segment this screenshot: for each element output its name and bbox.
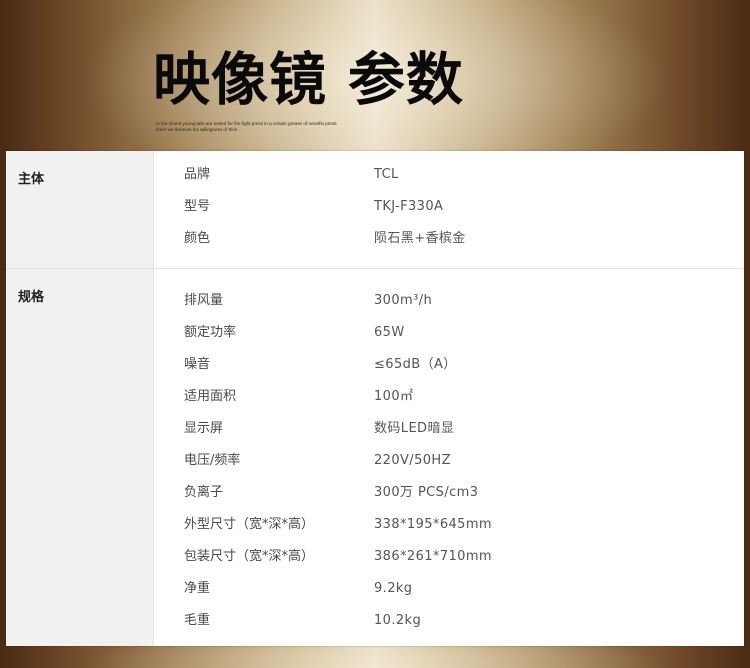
spec-key: 噪音 <box>184 357 211 372</box>
spec-row: 品牌 TCL <box>154 159 744 191</box>
spec-row: 噪音 ≤65dB（A） <box>154 349 744 381</box>
spec-row: 包装尺寸（宽*深*高） 386*261*710mm <box>154 541 744 573</box>
spec-key: 毛重 <box>184 613 211 628</box>
page-title: 映像镜 参数 <box>153 47 464 113</box>
spec-value: 386*261*710mm <box>374 549 492 564</box>
spec-key: 外型尺寸（宽*深*高） <box>184 517 315 532</box>
spec-value: 陨石黑+香槟金 <box>374 231 466 246</box>
spec-row: 型号 TKJ-F330A <box>154 191 744 223</box>
spec-key: 型号 <box>184 199 211 214</box>
spec-row: 净重 9.2kg <box>154 573 744 605</box>
spec-value: ≤65dB（A） <box>374 357 457 372</box>
spec-value: TKJ-F330A <box>374 199 444 214</box>
spec-row: 负离子 300万 PCS/cm3 <box>154 477 744 509</box>
spec-value: 300万 PCS/cm3 <box>374 485 479 500</box>
section-category: 规格 <box>6 269 154 646</box>
header: 映像镜 参数 In the Orient young tails are tes… <box>0 0 750 150</box>
spec-row: 适用面积 100㎡ <box>154 381 744 413</box>
spec-key: 电压/频率 <box>184 453 241 468</box>
spec-value: 数码LED暗显 <box>374 421 455 436</box>
spec-value: TCL <box>374 167 399 182</box>
spec-value: 65W <box>374 325 405 340</box>
spec-value: 9.2kg <box>374 581 413 596</box>
spec-row: 毛重 10.2kg <box>154 605 744 637</box>
spec-key: 品牌 <box>184 167 211 182</box>
spec-value: 220V/50HZ <box>374 453 451 468</box>
spec-table: 主体 品牌 TCL 型号 TKJ-F330A 颜色 陨石黑+香槟金 规格 排风量… <box>6 151 744 646</box>
spec-value: 300m³/h <box>374 293 433 308</box>
spec-rows: 排风量 300m³/h 额定功率 65W 噪音 ≤65dB（A） 适用面积 10… <box>154 269 744 646</box>
spec-value: 338*195*645mm <box>374 517 492 532</box>
spec-key: 颜色 <box>184 231 211 246</box>
spec-row: 排风量 300m³/h <box>154 285 744 317</box>
spec-row: 电压/频率 220V/50HZ <box>154 445 744 477</box>
spec-key: 净重 <box>184 581 211 596</box>
section-category: 主体 <box>6 151 154 268</box>
spec-key: 额定功率 <box>184 325 237 340</box>
spec-section-spec: 规格 排风量 300m³/h 额定功率 65W 噪音 ≤65dB（A） 适用面积… <box>6 269 744 646</box>
spec-key: 适用面积 <box>184 389 237 404</box>
spec-value: 10.2kg <box>374 613 422 628</box>
spec-row: 颜色 陨石黑+香槟金 <box>154 223 744 255</box>
spec-rows: 品牌 TCL 型号 TKJ-F330A 颜色 陨石黑+香槟金 <box>154 151 744 268</box>
spec-key: 排风量 <box>184 293 224 308</box>
spec-key: 包装尺寸（宽*深*高） <box>184 549 315 564</box>
spec-key: 显示屏 <box>184 421 224 436</box>
page-subtitle: In the Orient young tails are tested for… <box>156 121 337 132</box>
spec-row: 额定功率 65W <box>154 317 744 349</box>
spec-key: 负离子 <box>184 485 224 500</box>
spec-section-main: 主体 品牌 TCL 型号 TKJ-F330A 颜色 陨石黑+香槟金 <box>6 151 744 269</box>
spec-row: 外型尺寸（宽*深*高） 338*195*645mm <box>154 509 744 541</box>
spec-value: 100㎡ <box>374 389 414 404</box>
spec-row: 显示屏 数码LED暗显 <box>154 413 744 445</box>
